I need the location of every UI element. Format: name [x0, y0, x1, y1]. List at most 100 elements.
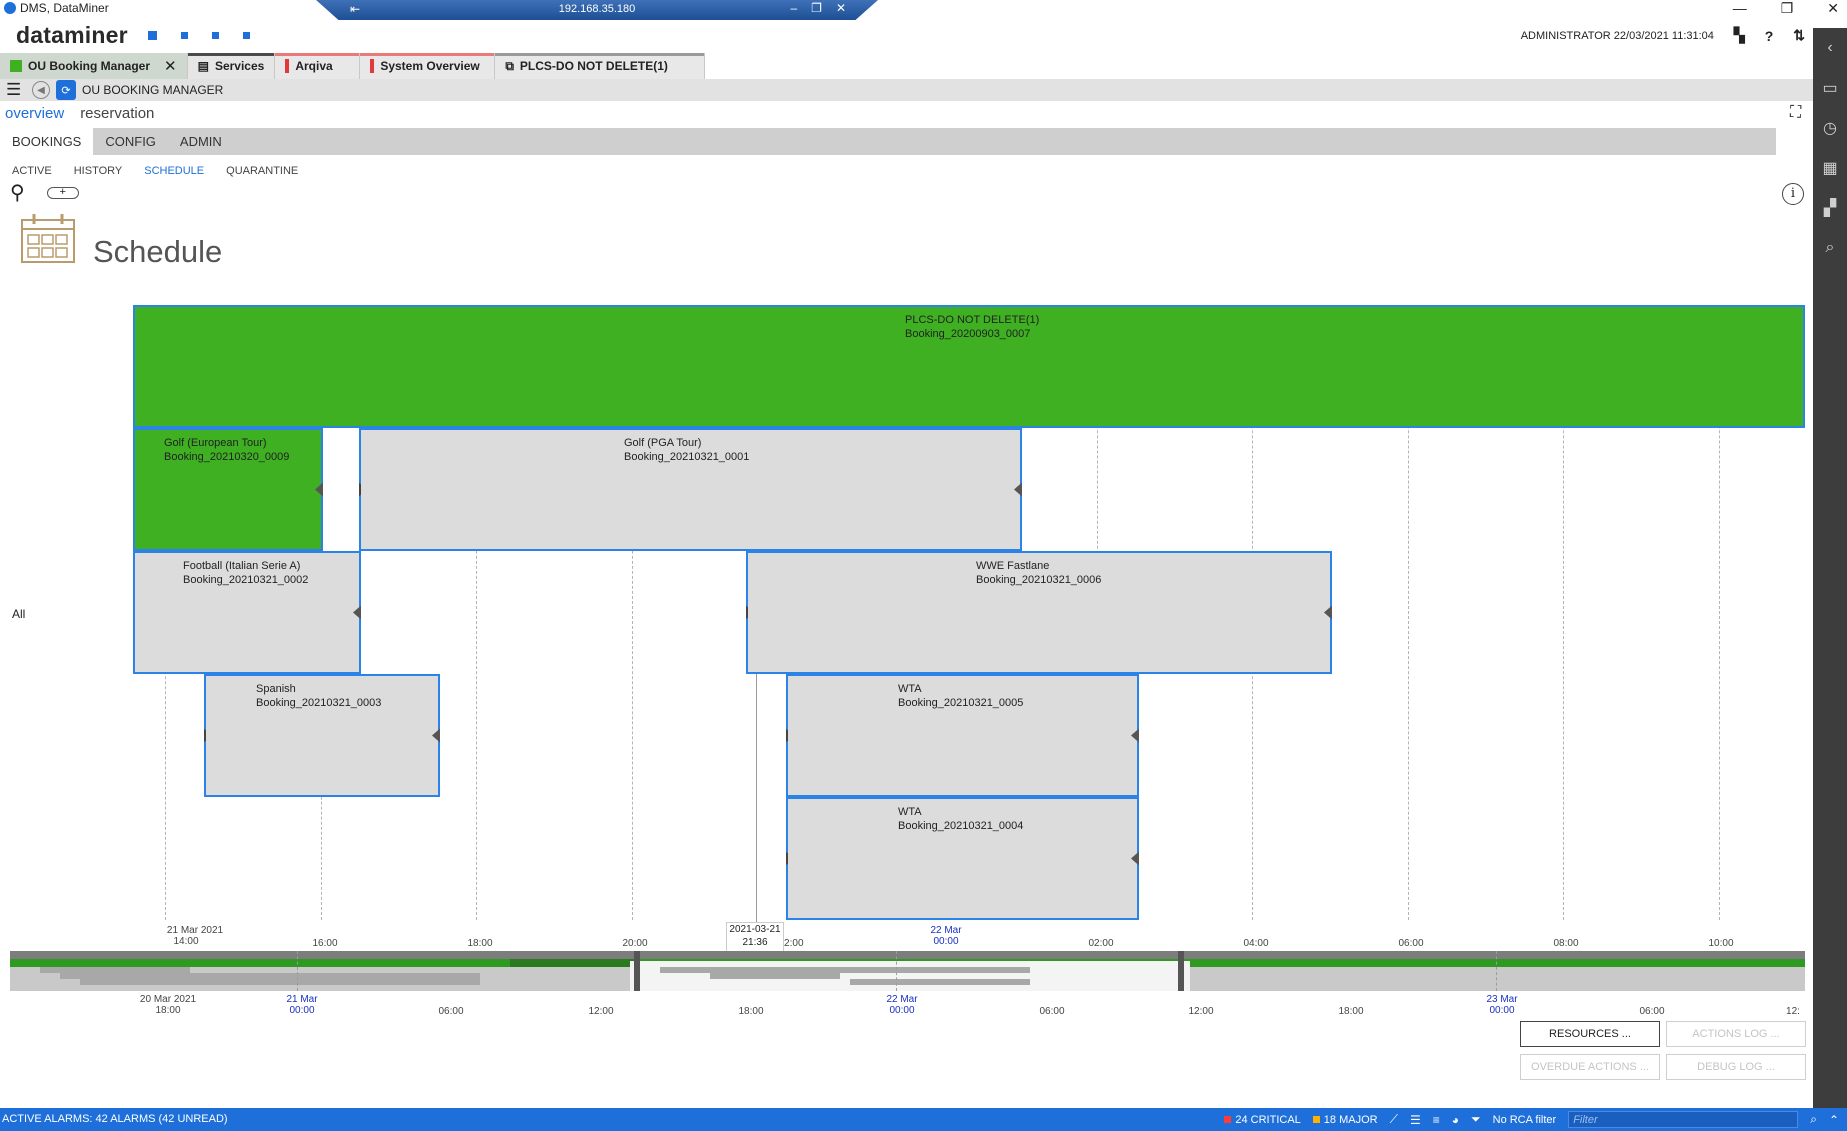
tab-services[interactable]: ▤ Services	[187, 53, 276, 79]
remote-close-icon[interactable]: ✕	[836, 1, 846, 15]
tab-ou-booking-manager[interactable]: OU Booking Manager ✕	[0, 53, 188, 79]
active-alarms-summary[interactable]: ACTIVE ALARMS: 42 ALARMS (42 UNREAD)	[2, 1113, 228, 1125]
tab-arqiva[interactable]: Arqiva	[275, 53, 361, 79]
booking-block[interactable]: WWE Fastlane Booking_20210321_0006	[746, 551, 1332, 674]
history-icon[interactable]: ◷	[1813, 108, 1847, 148]
resize-handle[interactable]	[746, 605, 754, 620]
alarm-filter-input[interactable]: Filter	[1568, 1111, 1799, 1128]
rca-filter-label[interactable]: No RCA filter	[1493, 1114, 1557, 1126]
resize-handle[interactable]	[786, 851, 794, 866]
user-info[interactable]: ADMINISTRATOR 22/03/2021 11:31:04	[1521, 30, 1714, 42]
booking-block[interactable]: WTA Booking_20210321_0005	[786, 674, 1139, 797]
close-window-button[interactable]: ✕	[1827, 0, 1839, 17]
brand-logo: dataminer	[16, 22, 128, 48]
axis-tick-time: 20:00	[622, 938, 648, 949]
sidebar-search-icon[interactable]: ⌕	[1813, 228, 1847, 268]
booking-name: PLCS-DO NOT DELETE(1)	[905, 314, 1040, 326]
overview-tick: 12:00	[588, 1006, 613, 1017]
tab-config[interactable]: CONFIG	[93, 128, 168, 155]
overview-tick-time: 18:00	[738, 1006, 764, 1017]
brand-dot	[212, 32, 219, 39]
window-controls: — ❐ ✕	[1733, 0, 1839, 17]
resize-handle[interactable]	[1014, 482, 1022, 497]
resize-handle[interactable]	[1131, 728, 1139, 743]
axis-tick: 02:00	[1088, 938, 1113, 949]
apps-icon[interactable]: ▦	[1813, 148, 1847, 188]
booking-id: Booking_20210321_0004	[898, 820, 1024, 832]
back-icon[interactable]: ◀	[32, 81, 50, 99]
page-title: Schedule	[93, 234, 223, 269]
element-icon: ⧉	[505, 58, 514, 73]
card-tabs: OU Booking Manager ✕ ▤ Services Arqiva S…	[0, 53, 706, 79]
resize-handle[interactable]	[204, 728, 212, 743]
major-alarm-count[interactable]: 18 MAJOR	[1313, 1114, 1378, 1126]
sync-icon[interactable]: ⇅	[1793, 27, 1805, 44]
search-icon[interactable]: ⚲	[10, 180, 25, 205]
remote-restore-icon[interactable]: ❐	[811, 1, 822, 15]
minimize-button[interactable]: —	[1733, 0, 1747, 17]
schedule-timeline[interactable]: PLCS-DO NOT DELETE(1) Booking_20200903_0…	[133, 305, 1805, 945]
trend-icon[interactable]: ⟋	[1390, 1112, 1398, 1127]
restore-button[interactable]: ❐	[1781, 0, 1794, 17]
tab-schedule[interactable]: SCHEDULE	[144, 165, 204, 177]
booking-block[interactable]: Football (Italian Serie A) Booking_20210…	[133, 551, 361, 674]
collapse-sidebar-icon[interactable]: ‹	[1813, 28, 1847, 68]
hamburger-menu-icon[interactable]: ☰	[6, 80, 26, 100]
resize-handle[interactable]	[432, 728, 440, 743]
layout-icon[interactable]: ▞	[1813, 188, 1847, 228]
overview-range-start-handle[interactable]	[634, 951, 640, 991]
resize-handle[interactable]	[353, 605, 361, 620]
pie-icon[interactable]: ◕	[1452, 1113, 1459, 1127]
help-icon[interactable]: ?	[1765, 28, 1774, 44]
tab-admin[interactable]: ADMIN	[168, 128, 234, 155]
tab-bookings[interactable]: BOOKINGS	[0, 128, 94, 155]
info-icon[interactable]: i	[1782, 183, 1804, 205]
booking-id: Booking_20210320_0009	[164, 451, 290, 463]
fullscreen-icon[interactable]: ⛶	[1790, 104, 1801, 122]
apps-grid-icon[interactable]: ▚	[1734, 27, 1745, 44]
expand-up-icon[interactable]: ⌃	[1829, 1113, 1839, 1127]
overview-tick: 06:00	[1639, 1006, 1664, 1017]
resources-button[interactable]: RESOURCES ...	[1520, 1021, 1660, 1047]
axis-tick-time: 04:00	[1243, 938, 1269, 949]
close-tab-icon[interactable]: ✕	[164, 57, 177, 75]
tab-history[interactable]: HISTORY	[74, 165, 123, 177]
booking-block[interactable]: Golf (European Tour) Booking_20210320_00…	[133, 428, 323, 551]
remote-minimize-icon[interactable]: –	[790, 1, 797, 15]
current-date: 2021-03-21	[729, 924, 781, 935]
actions-log-button[interactable]: ACTIONS LOG ...	[1666, 1021, 1806, 1047]
resize-handle[interactable]	[359, 482, 367, 497]
filter-search-icon[interactable]: ⌕	[1810, 1112, 1817, 1127]
overdue-actions-button[interactable]: OVERDUE ACTIONS ...	[1520, 1054, 1660, 1080]
resize-handle[interactable]	[1324, 605, 1332, 620]
calendar-icon	[21, 214, 75, 263]
card-icon[interactable]: ▭	[1813, 68, 1847, 108]
booking-block[interactable]: PLCS-DO NOT DELETE(1) Booking_20200903_0…	[133, 305, 1805, 428]
booking-block[interactable]: Golf (PGA Tour) Booking_20210321_0001	[359, 428, 1022, 551]
user-area: ADMINISTRATOR 22/03/2021 11:31:04 ▚ ? ⇅	[1521, 27, 1805, 44]
overview-range-end-handle[interactable]	[1178, 951, 1184, 991]
sort-icon[interactable]: ≡	[1433, 1113, 1440, 1127]
axis-tick-time: 14:00	[173, 936, 199, 947]
resize-handle[interactable]	[315, 482, 323, 497]
tab-plcs[interactable]: ⧉ PLCS-DO NOT DELETE(1)	[495, 53, 706, 79]
list-icon[interactable]: ☰	[1410, 1113, 1421, 1127]
tab-reservation[interactable]: reservation	[80, 105, 154, 122]
tab-system-overview[interactable]: System Overview	[360, 53, 496, 79]
filter-icon[interactable]: ⏷	[1471, 1112, 1481, 1127]
critical-alarm-count[interactable]: 24 CRITICAL	[1224, 1114, 1300, 1126]
booking-block[interactable]: WTA Booking_20210321_0004	[786, 797, 1139, 920]
debug-log-button[interactable]: DEBUG LOG ...	[1666, 1054, 1806, 1080]
add-booking-button[interactable]: +	[46, 186, 79, 199]
axis-tick-time: 02:00	[1088, 938, 1114, 949]
tab-label: Services	[214, 59, 265, 73]
overview-tick-date: 21 Mar	[286, 994, 318, 1005]
tab-quarantine[interactable]: QUARANTINE	[226, 165, 298, 177]
resize-handle[interactable]	[786, 728, 794, 743]
resize-handle[interactable]	[1131, 851, 1139, 866]
tab-overview[interactable]: overview	[5, 105, 64, 122]
tab-indicator	[360, 53, 495, 56]
tab-active[interactable]: ACTIVE	[12, 165, 52, 177]
timeline-overview[interactable]	[10, 951, 1805, 991]
booking-block[interactable]: Spanish Booking_20210321_0003	[204, 674, 440, 797]
